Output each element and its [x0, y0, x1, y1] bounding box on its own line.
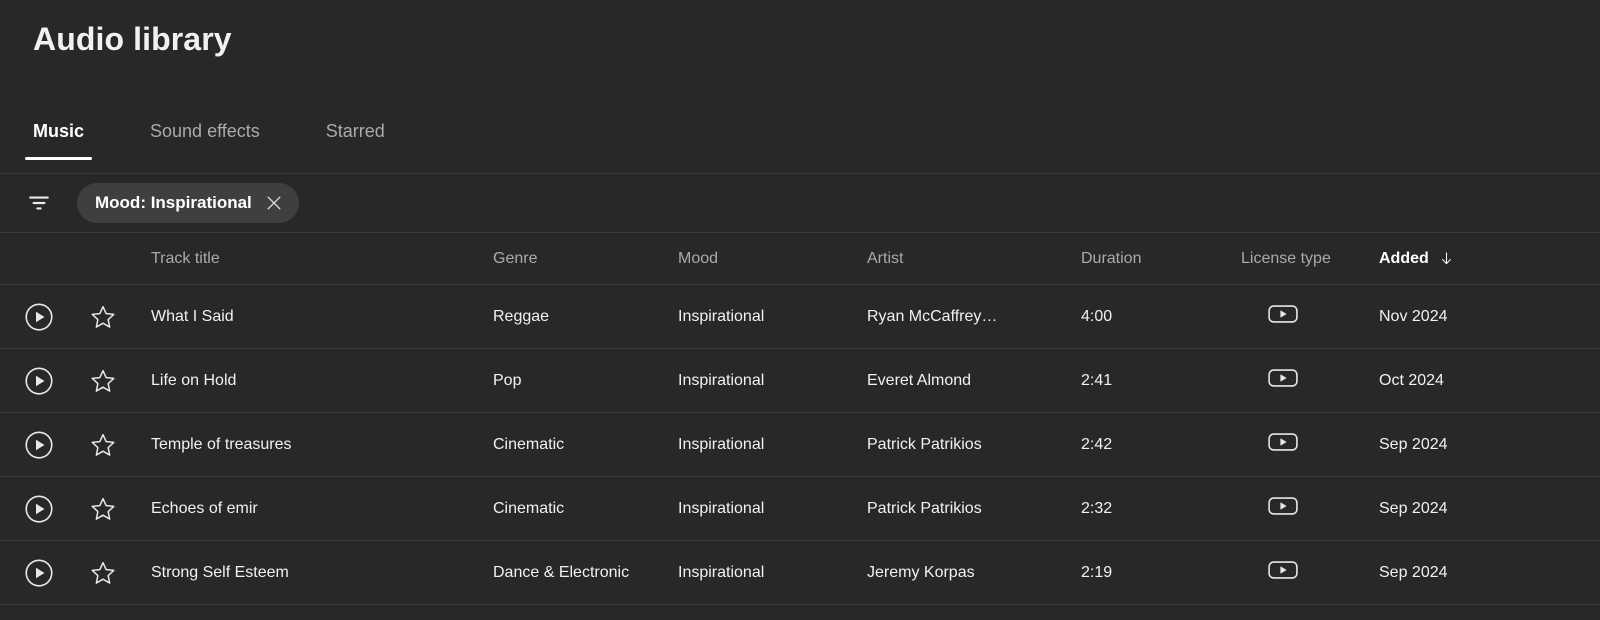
column-header-added-label: Added [1379, 249, 1429, 267]
column-header-artist[interactable]: Artist [867, 233, 903, 284]
cell-license-type [1268, 477, 1298, 541]
cell-genre: Pop [493, 372, 522, 389]
table-row[interactable]: Echoes of emir Cinematic Inspirational P… [0, 476, 1600, 540]
cell-artist: Everet Almond [867, 372, 972, 389]
table-row[interactable]: Life on Hold Pop Inspirational Everet Al… [0, 348, 1600, 412]
tab-sound-effects-label: Sound effects [150, 121, 260, 141]
play-circle-icon[interactable] [24, 541, 54, 605]
star-outline-icon[interactable] [89, 541, 117, 605]
youtube-icon [1268, 431, 1298, 459]
table-row[interactable]: Temple of treasures Cinematic Inspiratio… [0, 412, 1600, 476]
cell-genre: Dance & Electronic [493, 564, 630, 581]
audio-library-page: Audio library Music Sound effects Starre… [0, 0, 1600, 620]
cell-genre: Cinematic [493, 500, 565, 517]
tab-starred[interactable]: Starred [326, 120, 385, 160]
cell-mood: Inspirational [678, 564, 765, 581]
column-header-genre[interactable]: Genre [493, 233, 537, 284]
cell-added: Nov 2024 [1379, 308, 1448, 325]
close-icon[interactable] [263, 192, 285, 214]
column-header-track-title[interactable]: Track title [151, 233, 220, 284]
star-outline-icon[interactable] [89, 349, 117, 413]
youtube-icon [1268, 303, 1298, 331]
play-circle-icon[interactable] [24, 413, 54, 477]
filter-chip-label: Mood: Inspirational [95, 193, 252, 212]
youtube-icon [1268, 367, 1298, 395]
cell-license-type [1268, 541, 1298, 605]
cell-genre: Cinematic [493, 436, 565, 453]
table-header-row: Track title Genre Mood Artist Duration L… [0, 233, 1600, 284]
cell-duration: 4:00 [1081, 308, 1113, 325]
cell-added: Sep 2024 [1379, 500, 1448, 517]
page-title: Audio library [33, 21, 232, 57]
cell-added: Oct 2024 [1379, 372, 1444, 389]
cell-license-type [1268, 413, 1298, 477]
cell-mood: Inspirational [678, 308, 765, 325]
cell-duration: 2:19 [1081, 564, 1113, 581]
tracks-table: Track title Genre Mood Artist Duration L… [0, 233, 1600, 604]
cell-added: Sep 2024 [1379, 564, 1448, 581]
table-row[interactable]: What I Said Reggae Inspirational Ryan Mc… [0, 284, 1600, 348]
cell-mood: Inspirational [678, 436, 765, 453]
tab-music-label: Music [33, 121, 85, 141]
cell-license-type [1268, 349, 1298, 413]
tab-starred-label: Starred [325, 121, 385, 141]
cell-added: Sep 2024 [1379, 436, 1448, 453]
cell-track-title: Echoes of emir [151, 500, 258, 517]
play-circle-icon[interactable] [24, 285, 54, 349]
cell-artist: Patrick Patrikios [867, 436, 982, 453]
star-outline-icon[interactable] [89, 413, 117, 477]
column-header-added[interactable]: Added [1379, 233, 1455, 284]
column-header-mood[interactable]: Mood [678, 233, 718, 284]
arrow-down-icon [1438, 250, 1455, 267]
cell-artist: Patrick Patrikios [867, 500, 982, 517]
cell-track-title: Life on Hold [151, 372, 237, 389]
cell-duration: 2:32 [1081, 500, 1113, 517]
table-bottom-divider [0, 604, 1600, 605]
filter-bar: Mood: Inspirational [0, 174, 1600, 232]
column-header-license-type[interactable]: License type [1241, 233, 1331, 284]
table-row[interactable]: Strong Self Esteem Dance & Electronic In… [0, 540, 1600, 604]
filter-list-icon[interactable] [24, 188, 54, 218]
cell-duration: 2:41 [1081, 372, 1113, 389]
play-circle-icon[interactable] [24, 477, 54, 541]
cell-mood: Inspirational [678, 500, 765, 517]
youtube-icon [1268, 495, 1298, 523]
tab-bar: Music Sound effects Starred [24, 112, 451, 160]
cell-track-title: Temple of treasures [151, 436, 292, 453]
star-outline-icon[interactable] [89, 285, 117, 349]
cell-duration: 2:42 [1081, 436, 1113, 453]
cell-license-type [1268, 285, 1298, 349]
play-circle-icon[interactable] [24, 349, 54, 413]
tab-music[interactable]: Music [24, 120, 93, 160]
star-outline-icon[interactable] [89, 477, 117, 541]
cell-genre: Reggae [493, 308, 550, 325]
cell-mood: Inspirational [678, 372, 765, 389]
cell-artist: Jeremy Korpas [867, 564, 975, 581]
cell-artist: Ryan McCaffrey… [867, 308, 998, 325]
cell-track-title: What I Said [151, 308, 234, 325]
cell-track-title: Strong Self Esteem [151, 564, 289, 581]
youtube-icon [1268, 559, 1298, 587]
filter-chip-mood[interactable]: Mood: Inspirational [77, 183, 299, 223]
column-header-duration[interactable]: Duration [1081, 233, 1141, 284]
tab-sound-effects[interactable]: Sound effects [150, 120, 260, 160]
